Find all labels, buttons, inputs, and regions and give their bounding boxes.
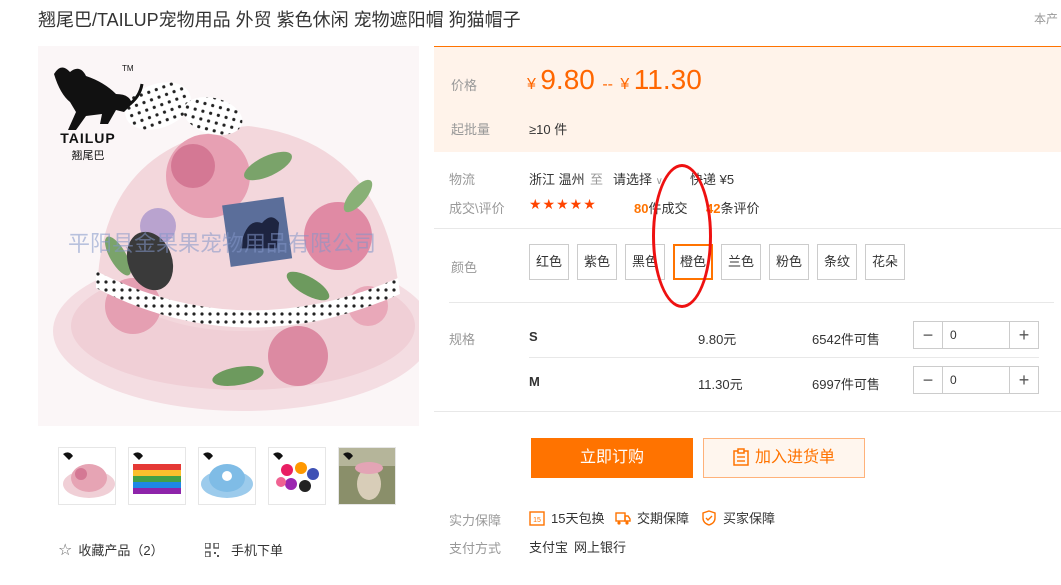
spec-price-s: 9.80元 (698, 332, 737, 347)
guarantee-buyer-label: 买家保障 (723, 511, 776, 526)
currency-symbol-2: ¥ (620, 76, 630, 93)
color-option-orange[interactable]: 橙色 (673, 244, 713, 280)
price-high: 11.30 (633, 64, 702, 95)
destination-select-label: 请选择 (613, 172, 653, 187)
favorite-product-link[interactable]: ☆ 收藏产品（2） (58, 540, 164, 560)
guarantee-15day-label: 15天包换 (551, 511, 605, 526)
plus-button[interactable]: + (1009, 322, 1038, 348)
brand-subname: 翘尾巴 (71, 150, 105, 162)
deals-label: 成交\评价 (449, 201, 505, 216)
destination-select[interactable]: 请选择 ∨ (613, 169, 663, 188)
minus-button[interactable]: − (914, 322, 943, 348)
divider (434, 228, 1061, 229)
spec-size-s: S (529, 329, 538, 344)
divider (434, 411, 1061, 412)
color-option-stripe[interactable]: 条纹 (817, 244, 857, 280)
spec-price-m: 11.30元 (698, 377, 743, 392)
thumbnail-4[interactable] (268, 447, 326, 505)
logistics-to: 至 (590, 172, 604, 187)
color-option-pink[interactable]: 粉色 (769, 244, 809, 280)
trademark-mark: TM (122, 64, 134, 73)
logistics-label: 物流 (449, 172, 476, 187)
truck-icon (615, 512, 631, 525)
reviews-suffix: 条评价 (720, 201, 760, 216)
price-low: 9.80 (540, 64, 595, 95)
main-product-image[interactable]: TM TAILUP 翘尾巴 平阳县金果果宠物用品有限公司 (38, 46, 419, 426)
currency-symbol: ¥ (527, 76, 536, 93)
mobile-order-label: 手机下单 (231, 543, 284, 558)
quantity-stepper-s: − 0 + (913, 321, 1039, 349)
spec-stock-m: 6997件可售 (812, 377, 880, 392)
brand-name: TAILUP (60, 130, 116, 146)
thumbnail-1[interactable] (58, 447, 116, 505)
color-option-purple[interactable]: 紫色 (577, 244, 617, 280)
color-option-black[interactable]: 黑色 (625, 244, 665, 280)
moq-value: ≥10 件 (529, 122, 568, 137)
guarantee-label: 实力保障 (449, 513, 502, 528)
spec-label: 规格 (449, 332, 476, 347)
deals-count-suffix: 件成交 (648, 201, 688, 216)
payment-label: 支付方式 (449, 541, 502, 556)
spec-stock-s: 6542件可售 (812, 332, 880, 347)
quantity-stepper-m: − 0 + (913, 366, 1039, 394)
price-range: ¥ 9.80 -- ¥ 11.30 (527, 64, 702, 96)
divider (529, 357, 1039, 358)
thumbnail-5[interactable] (338, 447, 396, 505)
deals-count-link[interactable]: 80件成交 (634, 198, 687, 217)
star-outline-icon: ☆ (58, 542, 73, 559)
guarantee-delivery[interactable]: 交期保障 (615, 508, 689, 527)
chevron-down-icon: ∨ (655, 176, 663, 187)
moq-label: 起批量 (451, 122, 491, 137)
shield-icon (702, 510, 716, 526)
express-fee: 快递 ¥5 (690, 172, 735, 187)
price-label: 价格 (451, 78, 478, 93)
thumbnail-3[interactable] (198, 447, 256, 505)
color-option-blue[interactable]: 兰色 (721, 244, 761, 280)
color-label: 颜色 (451, 260, 478, 275)
guarantee-15day[interactable]: 15 15天包换 (529, 508, 604, 527)
product-title: 翘尾巴/TAILUP宠物用品 外贸 紫色休闲 宠物遮阳帽 狗猫帽子 (38, 10, 521, 30)
logistics-origin: 浙江 温州 (529, 172, 585, 187)
favorite-label: 收藏产品（2） (78, 543, 164, 558)
rating-stars: ★★★★★ (529, 196, 597, 212)
price-separator: -- (602, 76, 613, 93)
guarantee-buyer[interactable]: 买家保障 (701, 508, 775, 527)
svg-text:15: 15 (533, 517, 541, 524)
divider (449, 302, 1054, 303)
qr-code-icon (205, 543, 219, 557)
payment-alipay: 支付宝 (529, 540, 569, 555)
reviews-link[interactable]: 42条评价 (706, 198, 759, 217)
reviews-count: 42 (706, 201, 721, 216)
guarantee-delivery-label: 交期保障 (637, 511, 690, 526)
quantity-input-m[interactable]: 0 (950, 367, 957, 393)
calendar-15-icon: 15 (529, 511, 545, 526)
deals-count: 80 (634, 201, 649, 216)
thumbnail-2[interactable] (128, 447, 186, 505)
color-option-flower[interactable]: 花朵 (865, 244, 905, 280)
spec-size-m: M (529, 374, 540, 389)
color-option-red[interactable]: 红色 (529, 244, 569, 280)
minus-button[interactable]: − (914, 367, 943, 393)
quantity-input-s[interactable]: 0 (950, 322, 957, 348)
mobile-order-link[interactable]: 手机下单 (205, 540, 283, 559)
corner-text: 本产 (1034, 12, 1059, 26)
plus-button[interactable]: + (1009, 367, 1038, 393)
add-to-purchase-list-label: 加入进货单 (754, 449, 835, 466)
image-watermark: 平阳县金果果宠物用品有限公司 (68, 231, 377, 256)
clipboard-icon (733, 448, 749, 466)
buy-now-button[interactable]: 立即订购 (531, 438, 693, 478)
payment-online-bank: 网上银行 (574, 540, 627, 555)
add-to-purchase-list-button[interactable]: 加入进货单 (703, 438, 865, 478)
